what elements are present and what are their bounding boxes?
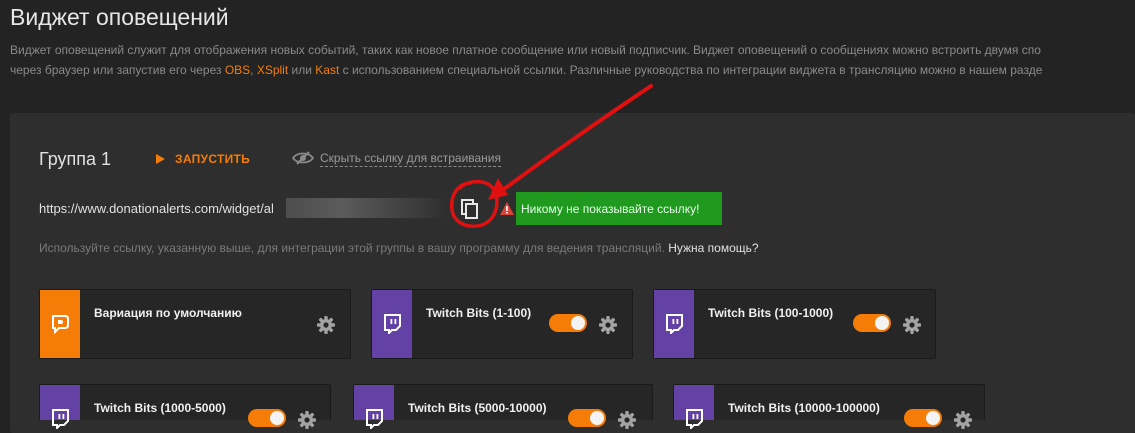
twitch-icon [686, 409, 703, 429]
warning-badge: Никому не показывайте ссылку! [516, 192, 722, 225]
description-line-1: Виджет оповещений служит для отображения… [10, 43, 1041, 57]
enable-toggle[interactable] [904, 409, 942, 427]
enable-toggle[interactable] [853, 314, 891, 332]
description-separator: или [288, 63, 316, 77]
xsplit-link[interactable]: XSplit [257, 63, 288, 77]
twitch-icon [52, 409, 69, 429]
twitch-icon [666, 314, 683, 334]
group-title: Группа 1 [39, 149, 112, 169]
launch-label: ЗАПУСТИТЬ [175, 152, 251, 166]
copy-icon [461, 199, 478, 219]
eye-slash-icon [291, 151, 315, 165]
gear-icon[interactable] [316, 315, 336, 335]
variation-card[interactable]: Twitch Bits (1-100) [371, 289, 633, 359]
variation-card[interactable]: Twitch Bits (5000-10000) [353, 384, 653, 429]
card-title: Twitch Bits (1-100) [426, 306, 532, 320]
gear-icon[interactable] [297, 410, 317, 430]
gear-icon[interactable] [598, 315, 618, 335]
card-title: Twitch Bits (100-1000) [708, 306, 834, 320]
description-line-2: через браузер или запустив его через OBS… [10, 60, 1135, 80]
embed-hint: Используйте ссылку, указанную выше, для … [39, 241, 759, 255]
card-title: Twitch Bits (5000-10000) [408, 401, 547, 415]
toggle-knob [875, 316, 889, 330]
widget-url[interactable]: https://www.donationalerts.com/widget/al [39, 201, 274, 216]
enable-toggle[interactable] [549, 314, 587, 332]
twitch-icon [366, 409, 383, 429]
launch-button[interactable]: ЗАПУСТИТЬ [156, 152, 250, 166]
enable-toggle[interactable] [568, 409, 606, 427]
enable-toggle[interactable] [248, 409, 286, 427]
card-icon-tile [654, 290, 694, 358]
embed-hint-text: Используйте ссылку, указанную выше, для … [39, 241, 665, 255]
variation-card[interactable]: Twitch Bits (1000-5000) [39, 384, 331, 429]
description-separator: , [250, 63, 257, 77]
card-icon-tile [40, 290, 80, 358]
twitch-icon [384, 314, 401, 334]
card-icon-tile [354, 385, 394, 429]
gear-icon[interactable] [902, 315, 922, 335]
toggle-knob [926, 411, 940, 425]
toggle-knob [590, 411, 604, 425]
donationalerts-icon [52, 315, 69, 334]
page-description: Виджет оповещений служит для отображения… [10, 40, 1135, 80]
toggle-knob [571, 316, 585, 330]
card-title: Вариация по умолчанию [94, 306, 242, 320]
card-title: Twitch Bits (1000-5000) [94, 401, 226, 415]
url-redacted-blur [286, 198, 446, 218]
page-title: Виджет оповещений [10, 4, 229, 30]
help-link[interactable]: Нужна помощь? [668, 241, 758, 255]
toggle-knob [270, 411, 284, 425]
hide-embed-link-button[interactable]: Скрыть ссылку для встраивания [291, 151, 502, 167]
card-icon-tile [372, 290, 412, 358]
description-text: с использованием специальной ссылки. Раз… [339, 63, 1043, 77]
copy-link-button[interactable] [457, 196, 483, 222]
play-icon [156, 154, 165, 164]
variation-card[interactable]: Twitch Bits (100-1000) [653, 289, 936, 359]
gear-icon[interactable] [617, 410, 637, 430]
obs-link[interactable]: OBS [225, 63, 250, 77]
card-icon-tile [674, 385, 714, 429]
card-icon-tile [40, 385, 80, 429]
card-title: Twitch Bits (10000-100000) [728, 401, 880, 415]
hide-embed-link-label: Скрыть ссылку для встраивания [320, 151, 502, 167]
gear-icon[interactable] [953, 410, 973, 430]
variation-card[interactable]: Вариация по умолчанию [39, 289, 351, 359]
description-text: через браузер или запустив его через [10, 63, 225, 77]
warning-icon [500, 202, 514, 215]
variation-card[interactable]: Twitch Bits (10000-100000) [673, 384, 985, 429]
kast-link[interactable]: Kast [315, 63, 339, 77]
